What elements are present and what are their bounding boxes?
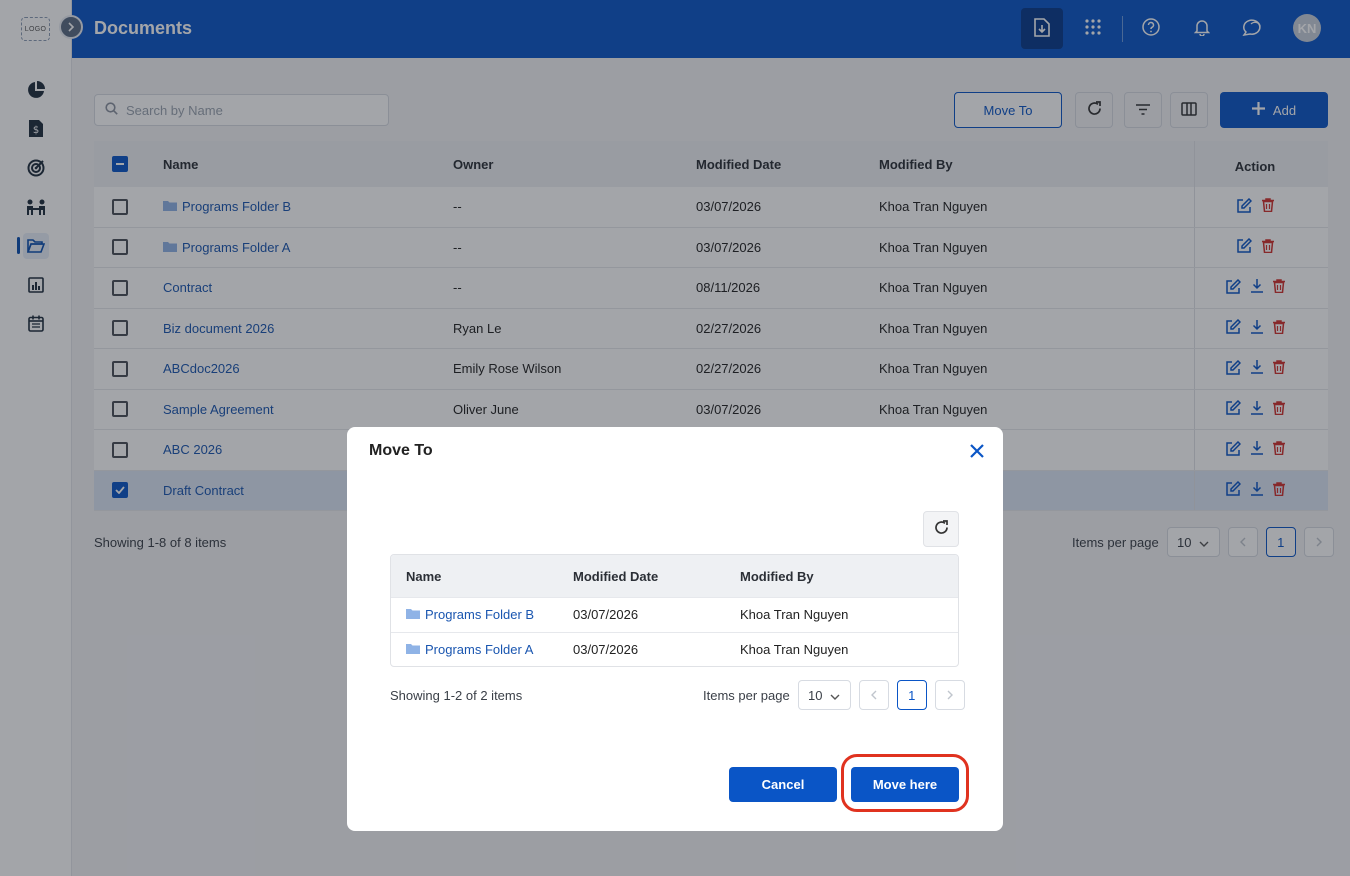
close-button[interactable]: [967, 442, 987, 462]
chevron-right-icon: [947, 688, 953, 703]
prev-page-button[interactable]: [858, 680, 889, 710]
next-page-button[interactable]: [934, 680, 965, 710]
column-header-modified-by[interactable]: Modified By: [740, 569, 950, 584]
column-header-modified-date[interactable]: Modified Date: [573, 569, 740, 584]
dialog-showing-count: Showing 1-2 of 2 items: [390, 688, 523, 703]
chevron-down-icon: [830, 688, 840, 703]
items-per-page-select[interactable]: 10: [797, 680, 851, 710]
folder-icon: [406, 642, 420, 657]
items-per-page-value: 10: [807, 687, 823, 703]
folder-icon: [406, 607, 420, 622]
folder-table: Name Modified Date Modified By Programs …: [390, 554, 959, 667]
folder-row[interactable]: Programs Folder A 03/07/2026 Khoa Tran N…: [391, 631, 958, 667]
folder-row[interactable]: Programs Folder B 03/07/2026 Khoa Tran N…: [391, 597, 958, 632]
folder-name-link[interactable]: Programs Folder B: [425, 607, 534, 622]
refresh-icon: [934, 520, 949, 538]
dialog-pagination: Items per page 10 1: [703, 680, 965, 710]
cancel-button[interactable]: Cancel: [729, 767, 837, 802]
folder-modified-date: 03/07/2026: [573, 607, 639, 623]
move-to-dialog: Move To Name Modified Date Modified By P…: [347, 427, 1003, 831]
folder-modified-by: Khoa Tran Nguyen: [740, 641, 849, 657]
items-per-page-label: Items per page: [703, 687, 790, 703]
folder-name-link[interactable]: Programs Folder A: [425, 642, 533, 657]
page-number-button[interactable]: 1: [896, 680, 927, 710]
chevron-left-icon: [870, 688, 877, 703]
folder-modified-date: 03/07/2026: [573, 641, 639, 657]
close-icon: [970, 443, 984, 461]
column-header-name[interactable]: Name: [391, 569, 573, 584]
dialog-title: Move To: [369, 442, 433, 459]
folder-modified-by: Khoa Tran Nguyen: [740, 607, 849, 623]
dialog-refresh-button[interactable]: [923, 511, 959, 547]
move-here-button[interactable]: Move here: [851, 767, 959, 802]
folder-table-header: Name Modified Date Modified By: [391, 555, 958, 597]
